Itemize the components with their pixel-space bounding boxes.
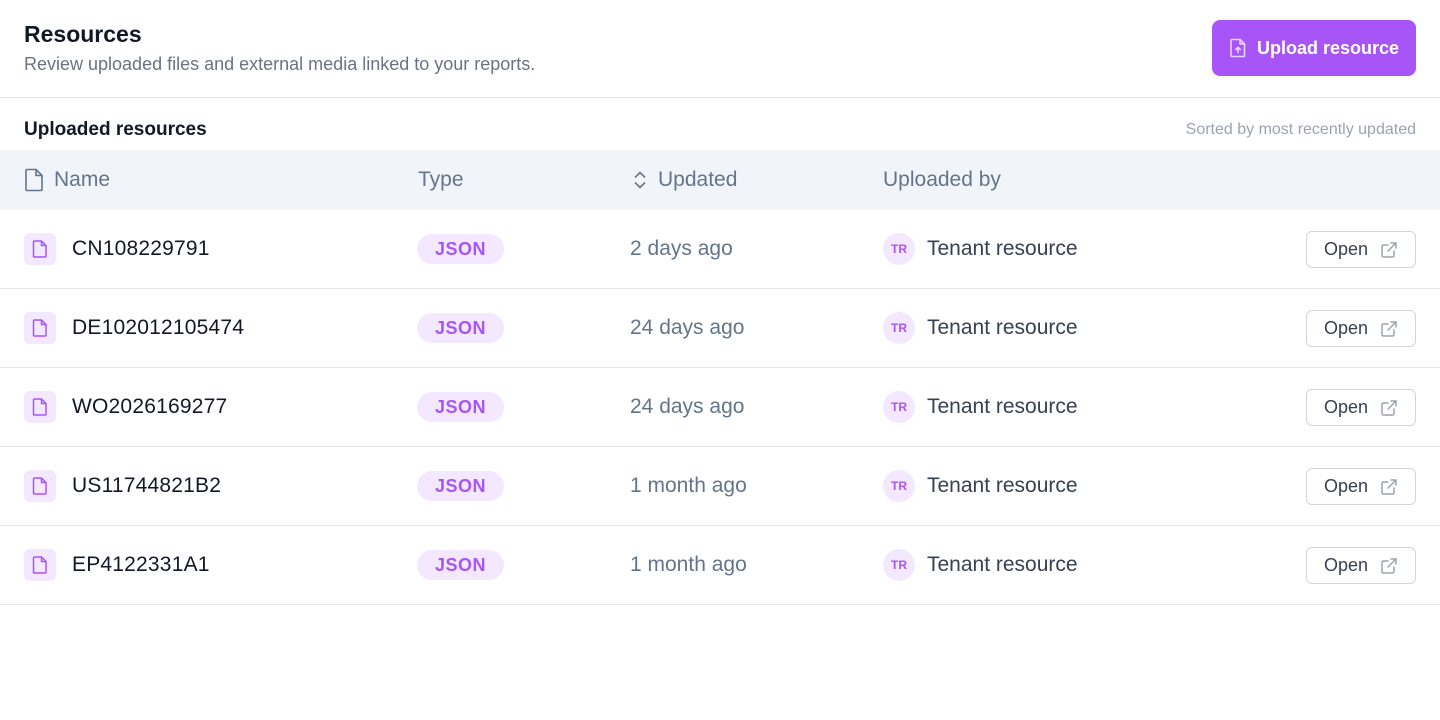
updated-time: 2 days ago bbox=[630, 237, 733, 260]
avatar: TR bbox=[883, 312, 915, 344]
column-header-updated-label: Updated bbox=[658, 168, 738, 191]
file-name[interactable]: EP4122331A1 bbox=[72, 553, 210, 577]
table-row: CN108229791 JSON 2 days ago TR Tenant re… bbox=[0, 210, 1440, 289]
page-subtitle: Review uploaded files and external media… bbox=[24, 54, 536, 74]
open-button-label: Open bbox=[1323, 476, 1369, 496]
file-icon bbox=[24, 168, 44, 192]
external-link-icon bbox=[1380, 320, 1398, 338]
type-badge: JSON bbox=[417, 234, 504, 264]
type-badge: JSON bbox=[417, 313, 504, 343]
page-header: Resources Review uploaded files and exte… bbox=[0, 0, 1440, 98]
open-button[interactable]: Open bbox=[1306, 231, 1416, 268]
page-title: Resources bbox=[24, 21, 142, 47]
open-button-label: Open bbox=[1323, 555, 1369, 575]
table-row: US11744821B2 JSON 1 month ago TR Tenant … bbox=[0, 447, 1440, 526]
avatar: TR bbox=[883, 470, 915, 502]
updated-time: 1 month ago bbox=[630, 474, 747, 497]
type-badge: JSON bbox=[417, 471, 504, 501]
open-button-label: Open bbox=[1323, 397, 1369, 417]
column-header-uploaded-by: Uploaded by bbox=[883, 150, 1001, 210]
uploader-name: Tenant resource bbox=[927, 553, 1078, 576]
file-name[interactable]: WO2026169277 bbox=[72, 395, 227, 419]
upload-resource-button[interactable]: Upload resource bbox=[1212, 20, 1416, 76]
open-button-label: Open bbox=[1323, 239, 1369, 259]
table-header: Name Type Updated Uploaded by bbox=[0, 150, 1440, 210]
uploader-name: Tenant resource bbox=[927, 316, 1078, 339]
external-link-icon bbox=[1380, 478, 1398, 496]
avatar: TR bbox=[883, 233, 915, 265]
table-row: EP4122331A1 JSON 1 month ago TR Tenant r… bbox=[0, 526, 1440, 605]
sort-note: Sorted by most recently updated bbox=[1185, 121, 1416, 138]
updated-time: 24 days ago bbox=[630, 395, 745, 418]
column-header-type: Type bbox=[418, 150, 464, 210]
upload-resource-label: Upload resource bbox=[1256, 37, 1400, 58]
open-button[interactable]: Open bbox=[1306, 547, 1416, 584]
column-header-name: Name bbox=[24, 150, 110, 210]
uploader-name: Tenant resource bbox=[927, 474, 1078, 497]
external-link-icon bbox=[1380, 399, 1398, 417]
open-button[interactable]: Open bbox=[1306, 389, 1416, 426]
file-icon bbox=[24, 312, 56, 344]
file-name[interactable]: US11744821B2 bbox=[72, 474, 221, 498]
updated-time: 24 days ago bbox=[630, 316, 745, 339]
type-badge: JSON bbox=[417, 550, 504, 580]
table-body: CN108229791 JSON 2 days ago TR Tenant re… bbox=[0, 210, 1440, 605]
table-row: WO2026169277 JSON 24 days ago TR Tenant … bbox=[0, 368, 1440, 447]
file-upload-icon bbox=[1229, 38, 1247, 58]
file-name[interactable]: CN108229791 bbox=[72, 237, 210, 261]
sort-icon[interactable] bbox=[632, 169, 648, 191]
column-header-uploaded-by-label: Uploaded by bbox=[883, 168, 1001, 191]
uploader-name: Tenant resource bbox=[927, 395, 1078, 418]
open-button[interactable]: Open bbox=[1306, 468, 1416, 505]
section-bar: Uploaded resources Sorted by most recent… bbox=[0, 98, 1440, 150]
type-badge: JSON bbox=[417, 392, 504, 422]
file-name[interactable]: DE102012105474 bbox=[72, 316, 244, 340]
section-title: Uploaded resources bbox=[24, 119, 207, 140]
external-link-icon bbox=[1380, 241, 1398, 259]
file-icon bbox=[24, 391, 56, 423]
column-header-name-label: Name bbox=[54, 168, 111, 191]
file-icon bbox=[24, 470, 56, 502]
file-icon bbox=[24, 549, 56, 581]
open-button-label: Open bbox=[1323, 318, 1369, 338]
table-row: DE102012105474 JSON 24 days ago TR Tenan… bbox=[0, 289, 1440, 368]
uploader-name: Tenant resource bbox=[927, 237, 1078, 260]
column-header-type-label: Type bbox=[418, 168, 464, 191]
external-link-icon bbox=[1380, 557, 1398, 575]
updated-time: 1 month ago bbox=[630, 553, 747, 576]
avatar: TR bbox=[883, 549, 915, 581]
file-icon bbox=[24, 233, 56, 265]
column-header-updated[interactable]: Updated bbox=[632, 150, 737, 210]
open-button[interactable]: Open bbox=[1306, 310, 1416, 347]
avatar: TR bbox=[883, 391, 915, 423]
